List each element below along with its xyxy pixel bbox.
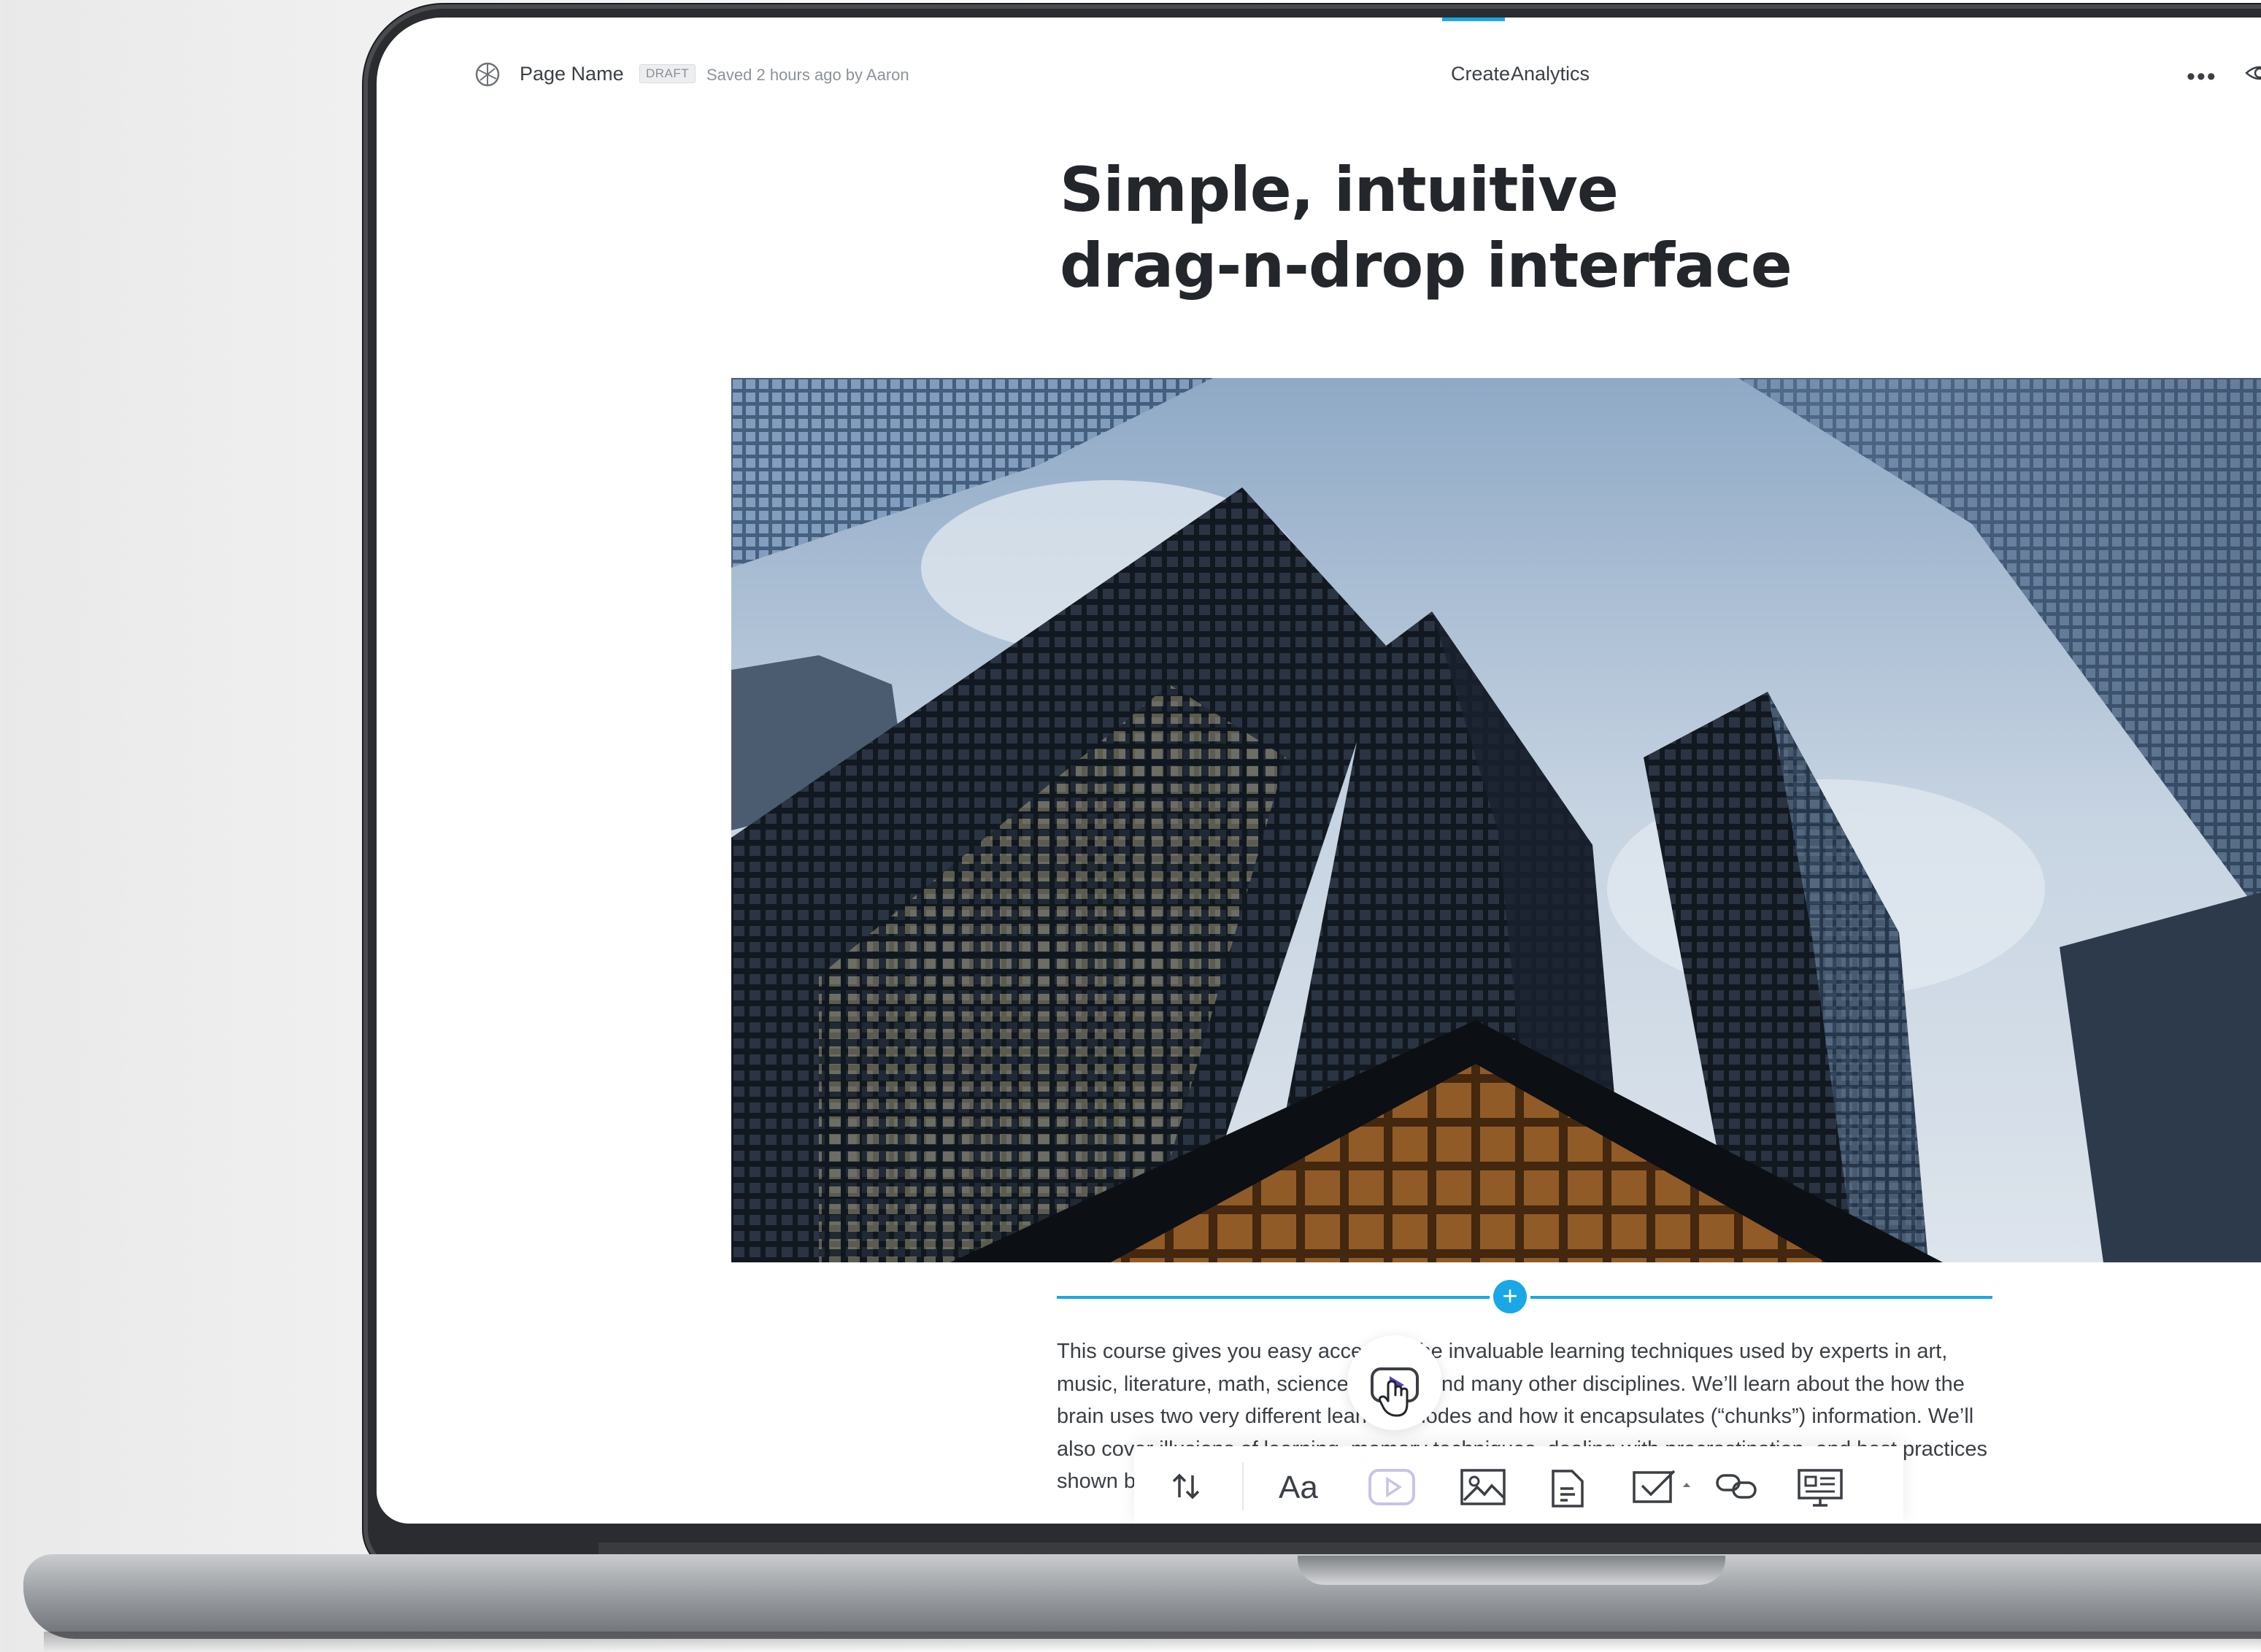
document-icon[interactable]	[1550, 1468, 1585, 1508]
tab-create[interactable]: Create	[1451, 63, 1510, 85]
heading-line-1: Simple, intuitive	[1060, 154, 1619, 225]
page-name[interactable]: Page Name	[520, 63, 624, 85]
block-toolbar: Aa	[1134, 1446, 1903, 1524]
tab-analytics[interactable]: Analytics	[1511, 63, 1590, 85]
laptop-base	[23, 1554, 2261, 1639]
skyscrapers-photo	[731, 378, 2261, 1262]
heading-line-2: drag-n-drop interface	[1060, 230, 1792, 301]
hero-image[interactable]	[731, 378, 2261, 1262]
logo-icon[interactable]	[473, 60, 502, 89]
more-icon[interactable]: •••	[2187, 63, 2217, 91]
laptop-shadow	[44, 1632, 2261, 1652]
quiz-icon[interactable]	[1632, 1468, 1695, 1505]
hand-cursor-icon	[1378, 1380, 1409, 1417]
presentation-icon[interactable]	[1797, 1468, 1844, 1507]
reorder-icon[interactable]	[1169, 1468, 1204, 1505]
insert-block-button[interactable]: +	[1493, 1280, 1527, 1313]
eye-icon[interactable]	[2245, 60, 2261, 86]
video-icon[interactable]	[1368, 1468, 1416, 1505]
link-icon[interactable]	[1715, 1468, 1757, 1505]
toolbar-divider	[1242, 1462, 1244, 1510]
laptop-screen: Page Name DRAFT Saved 2 hours ago by Aar…	[377, 18, 2261, 1524]
editor-topbar: Page Name DRAFT Saved 2 hours ago by Aar…	[377, 18, 2261, 112]
text-icon[interactable]: Aa	[1279, 1470, 1318, 1506]
page-heading[interactable]: Simple, intuitive drag-n-drop interface	[1060, 152, 1935, 304]
draft-badge: DRAFT	[639, 64, 696, 83]
laptop-notch	[1298, 1556, 1725, 1585]
active-tab-indicator	[1442, 18, 1505, 21]
saved-status: Saved 2 hours ago by Aaron	[706, 66, 909, 84]
image-icon[interactable]	[1460, 1468, 1506, 1505]
